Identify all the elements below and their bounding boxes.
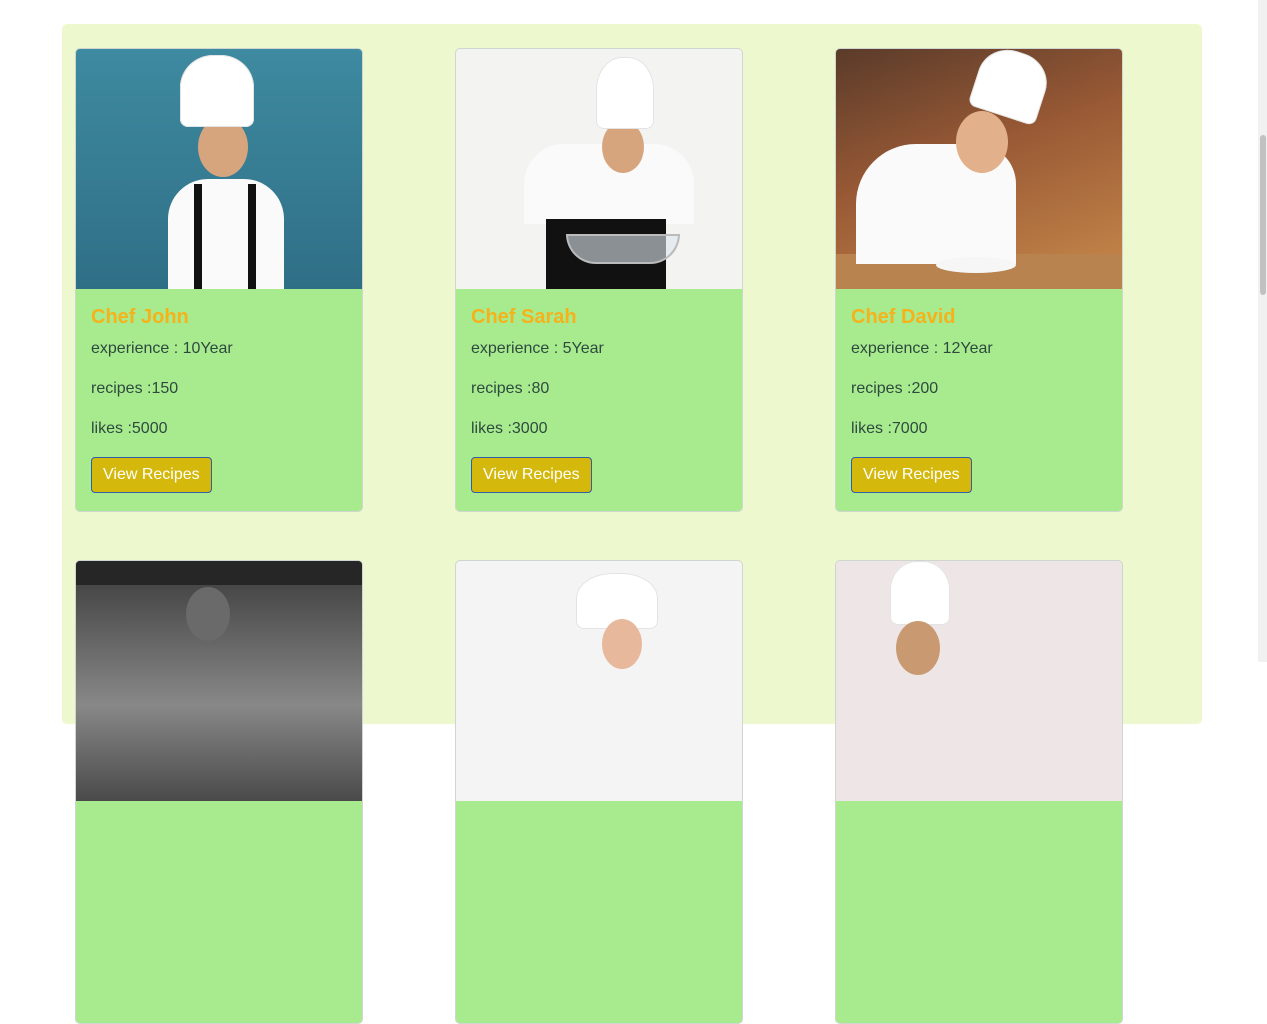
chef-name: Chef David xyxy=(851,306,956,328)
chef-card xyxy=(455,560,743,1024)
chef-name: Chef John xyxy=(91,306,189,328)
chefs-grid: Chef John experience : 10Year recipes :1… xyxy=(75,48,1123,1024)
chef-card xyxy=(835,560,1123,1024)
scrollbar-thumb[interactable] xyxy=(1260,135,1266,295)
chef-likes: likes :5000 xyxy=(91,420,168,437)
chef-photo xyxy=(76,561,362,801)
page-scrollbar[interactable] xyxy=(1258,0,1267,662)
chef-recipes: recipes :150 xyxy=(91,380,179,397)
chef-experience: experience : 10Year xyxy=(91,340,233,357)
view-recipes-button[interactable]: View Recipes xyxy=(91,457,212,493)
chef-photo xyxy=(76,49,362,289)
chef-recipes: recipes :80 xyxy=(471,380,550,397)
chef-experience: experience : 5Year xyxy=(471,340,604,357)
chef-card: Chef Sarah experience : 5Year recipes :8… xyxy=(455,48,743,512)
chef-card: Chef David experience : 12Year recipes :… xyxy=(835,48,1123,512)
view-recipes-button[interactable]: View Recipes xyxy=(471,457,592,493)
chef-photo xyxy=(836,561,1122,801)
chef-card: Chef John experience : 10Year recipes :1… xyxy=(75,48,363,512)
chef-card xyxy=(75,560,363,1024)
chef-likes: likes :3000 xyxy=(471,420,548,437)
chef-likes: likes :7000 xyxy=(851,420,928,437)
chef-photo xyxy=(836,49,1122,289)
chef-name: Chef Sarah xyxy=(471,306,577,328)
chef-photo xyxy=(456,561,742,801)
chef-recipes: recipes :200 xyxy=(851,380,939,397)
view-recipes-button[interactable]: View Recipes xyxy=(851,457,972,493)
chef-photo xyxy=(456,49,742,289)
chefs-panel: Chef John experience : 10Year recipes :1… xyxy=(62,24,1202,1024)
chef-experience: experience : 12Year xyxy=(851,340,993,357)
